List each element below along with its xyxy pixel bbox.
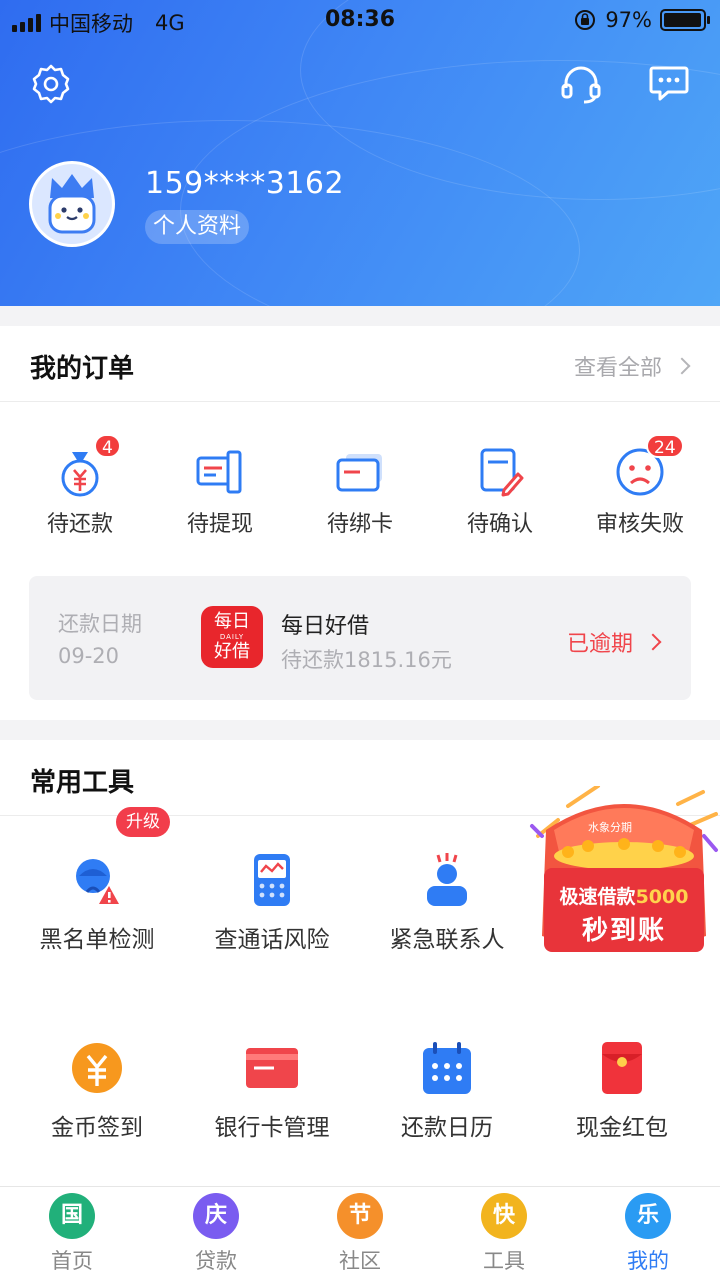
personal-profile-button[interactable]: 个人资料 <box>145 210 250 244</box>
calendar-icon <box>423 1042 471 1094</box>
logo-text: 每日 <box>214 611 250 632</box>
overdue-status-link[interactable]: 已逾期 <box>566 626 662 658</box>
battery-icon <box>660 9 710 31</box>
message-chat-icon[interactable] <box>648 64 690 102</box>
red-packet-icon <box>602 1042 642 1094</box>
overdue-status-text: 已逾期 <box>566 632 633 657</box>
tab-tools[interactable]: 快 工具 <box>432 1193 576 1275</box>
repayment-date: 09-20 <box>58 644 120 668</box>
logo-text: 好借 <box>214 641 250 662</box>
tool-bank-card-management[interactable]: 银行卡管理 <box>182 1040 362 1142</box>
ad-subline: 秒到账 <box>581 916 666 946</box>
tab-label: 贷款 <box>195 1249 237 1273</box>
king-mascot-icon <box>32 164 112 244</box>
profile-header: 中国移动 4G 08:36 97% 159****3162 个人资料 <box>0 0 720 306</box>
loan-tab-icon: 庆 <box>193 1193 239 1239</box>
bind-card-icon <box>336 454 382 492</box>
order-pending-repayment[interactable]: 4 待还款 <box>10 434 150 538</box>
my-orders-section: 我的订单 查看全部 4 待还款 待提现 待绑卡 待确认 24 审核失败 还款日期… <box>0 326 720 720</box>
user-avatar[interactable] <box>29 161 115 247</box>
view-all-orders-link[interactable]: 查看全部 <box>573 350 691 382</box>
confirm-document-icon <box>480 448 524 497</box>
tab-label: 工具 <box>483 1249 525 1273</box>
order-label: 审核失败 <box>595 512 684 537</box>
order-label: 待提现 <box>186 512 253 537</box>
repayment-amount: 待还款1815.16元 <box>281 648 452 672</box>
section-title: 常用工具 <box>30 768 135 798</box>
tab-loan[interactable]: 庆 贷款 <box>144 1193 288 1275</box>
battery-percent: 97% <box>605 8 652 32</box>
tab-community[interactable]: 节 社区 <box>288 1193 432 1275</box>
tab-label: 我的 <box>627 1249 669 1273</box>
chevron-right-icon <box>644 633 662 651</box>
tab-home[interactable]: 国 首页 <box>0 1193 144 1275</box>
tool-call-risk[interactable]: 查通话风险 <box>182 852 362 954</box>
tool-repayment-calendar[interactable]: 还款日历 <box>357 1040 537 1142</box>
loan-app-name: 每日好借 <box>281 614 370 639</box>
tab-mine[interactable]: 乐 我的 <box>576 1193 720 1275</box>
order-pending-withdraw[interactable]: 待提现 <box>150 446 290 538</box>
order-pending-confirm[interactable]: 待确认 <box>430 446 570 538</box>
order-label: 待确认 <box>466 512 533 537</box>
ad-amount: 5000 <box>635 886 689 908</box>
order-review-failed[interactable]: 24 审核失败 <box>570 434 710 538</box>
rotation-lock-icon <box>575 10 596 30</box>
tools-tab-icon: 快 <box>481 1193 527 1239</box>
review-failed-badge: 24 <box>646 434 684 458</box>
tool-cash-red-packet[interactable]: 现金红包 <box>532 1040 712 1142</box>
phone-risk-icon <box>254 854 290 906</box>
bottom-tab-bar: 国 首页 庆 贷款 节 社区 快 工具 乐 我的 <box>0 1186 720 1280</box>
order-pending-bind-card[interactable]: 待绑卡 <box>290 446 430 538</box>
tool-blacklist-check[interactable]: 黑名单检测 <box>7 852 187 954</box>
pending-repayment-badge: 4 <box>94 434 121 458</box>
repayment-reminder-card[interactable]: 还款日期 09-20 每日 DAILY 好借 每日好借 待还款1815.16元 … <box>29 576 691 700</box>
logo-text: DAILY <box>219 633 245 641</box>
withdraw-icon <box>196 450 242 494</box>
tool-label: 紧急联系人 <box>389 927 505 953</box>
home-tab-icon: 国 <box>49 1193 95 1239</box>
view-all-label: 查看全部 <box>573 356 662 381</box>
daily-loan-app-logo: 每日 DAILY 好借 <box>201 606 263 668</box>
tool-label: 还款日历 <box>401 1115 493 1141</box>
tool-label: 查通话风险 <box>214 927 330 953</box>
emergency-contact-icon <box>427 853 467 906</box>
tool-coin-checkin[interactable]: 金币签到 <box>7 1040 187 1142</box>
tool-emergency-contact[interactable]: 紧急联系人 <box>357 852 537 954</box>
settings-gear-icon[interactable] <box>30 63 72 105</box>
order-label: 待还款 <box>46 512 113 537</box>
tab-label: 社区 <box>339 1249 381 1273</box>
mine-tab-icon: 乐 <box>625 1193 671 1239</box>
chevron-right-icon <box>673 357 691 375</box>
bank-card-icon <box>246 1048 298 1088</box>
customer-service-headset-icon[interactable] <box>560 64 602 104</box>
user-phone-number: 159****3162 <box>145 166 345 201</box>
tool-label: 黑名单检测 <box>39 927 155 953</box>
upgrade-badge: 升级 <box>116 807 170 837</box>
tool-label: 银行卡管理 <box>214 1115 330 1141</box>
fast-loan-floating-ad[interactable]: 水象分期 极速借款5000 秒到账 <box>528 784 720 956</box>
ad-headline: 极速借款 <box>559 886 636 908</box>
repayment-date-label: 还款日期 <box>58 612 142 636</box>
blacklist-user-icon <box>76 859 119 904</box>
order-label: 待绑卡 <box>326 512 393 537</box>
section-title: 我的订单 <box>30 354 135 384</box>
community-tab-icon: 节 <box>337 1193 383 1239</box>
coin-yuan-icon <box>72 1043 122 1093</box>
tool-label: 现金红包 <box>576 1115 668 1141</box>
tool-label: 金币签到 <box>51 1115 143 1141</box>
ad-brand: 水象分期 <box>588 821 632 834</box>
status-bar: 中国移动 4G 08:36 97% <box>0 0 720 40</box>
tab-label: 首页 <box>51 1249 93 1273</box>
